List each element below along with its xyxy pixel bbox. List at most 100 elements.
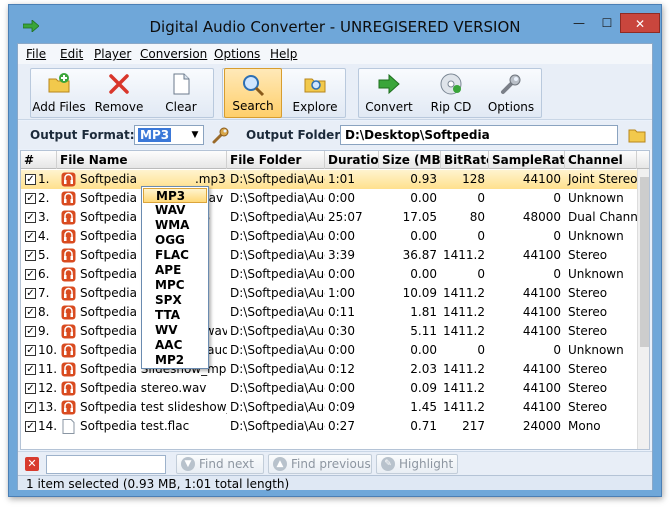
format-option-tta[interactable]: TTA [143, 308, 207, 323]
search-button[interactable]: Search [224, 68, 282, 118]
status-bar: 1 item selected (0.93 MB, 1:01 total len… [18, 475, 652, 491]
add-folder-icon [48, 73, 70, 93]
table-row[interactable]: ✓ 8. Softpedia D:\Softpedia\Aud 0:11 1.81 1411… [21, 303, 637, 322]
cell-sr: 0 [553, 191, 561, 205]
format-option-mp3[interactable]: MP3 [143, 188, 207, 203]
menu-player[interactable]: Player [94, 47, 131, 61]
col-file-name[interactable]: File Name [57, 151, 227, 169]
search-label: Search [232, 99, 274, 113]
format-option-wv[interactable]: WV [143, 323, 207, 338]
find-previous-label: Find previous [291, 457, 371, 471]
table-row[interactable]: ✓ 1. Softpedia .mp3 D:\Softpedia\Aud 1:01 0.93… [21, 170, 637, 189]
row-number: 2. [38, 191, 50, 205]
col-file-folder[interactable]: File Folder [227, 151, 325, 169]
cell-sr: 0 [553, 267, 561, 281]
table-row[interactable]: ✓ 2. Softpedia .wav D:\Softpedia\Aud 0:00 0.00… [21, 189, 637, 208]
row-number: 5. [38, 248, 50, 262]
close-button[interactable]: ✕ [620, 13, 660, 33]
scrollbar-thumb[interactable] [640, 177, 649, 347]
cell-sr: 44100 [522, 324, 561, 338]
status-text: 1 item selected (0.93 MB, 1:01 total len… [26, 477, 290, 491]
cell-ch: Unknown [568, 267, 624, 281]
rip-cd-button[interactable]: Rip CD [422, 68, 480, 118]
cell-dur: 0:00 [328, 229, 355, 243]
browse-folder-icon[interactable] [627, 125, 647, 145]
clear-button[interactable]: Clear [152, 68, 210, 118]
table-row[interactable]: ✓13.Softpedia test slideshow_avD:\Softpe… [21, 398, 637, 417]
cell-folder: D:\Softpedia\Aud [230, 286, 325, 300]
cell-size: 5.11 [410, 324, 437, 338]
close-find-icon[interactable]: ✕ [25, 457, 39, 471]
file-name-text: Softpedia [80, 248, 137, 262]
format-option-aac[interactable]: AAC [143, 338, 207, 353]
table-row[interactable]: ✓ 14. Softpedia test.flac D:\Softpedia\Aud 0… [21, 417, 637, 436]
title-bar[interactable]: Digital Audio Converter - UNREGISERED VE… [9, 5, 661, 43]
table-row[interactable]: ✓3.Softpediap3D:\Softpedia\Aud25:0717.05… [21, 208, 637, 227]
col-channel[interactable]: Channel [565, 151, 637, 169]
cell-bitrate: 1411.2 [443, 362, 485, 376]
table-row[interactable]: ✓11.Softpedia Slideshow_mp4.D:\Softpedia… [21, 360, 637, 379]
cell-folder: D:\Softpedia\Aud [230, 305, 325, 319]
minimize-button[interactable]: — [566, 13, 592, 33]
cell-bitrate: 1411.2 [443, 324, 485, 338]
format-option-wma[interactable]: WMA [143, 218, 207, 233]
table-row[interactable]: ✓ 5. Softpedia D:\Softpedia\Aud 3:39 36.87 141… [21, 246, 637, 265]
format-option-ape[interactable]: APE [143, 263, 207, 278]
audio-file-icon [61, 267, 76, 282]
explore-button[interactable]: Explore [286, 68, 344, 118]
table-row[interactable]: ✓9.Softpedia Recording.wavD:\Softpedia\A… [21, 322, 637, 341]
format-option-mpc[interactable]: MPC [143, 278, 207, 293]
format-option-mp2[interactable]: MP2 [143, 353, 207, 368]
cell-folder: D:\Softpedia\Aud [230, 400, 325, 414]
options-button[interactable]: Options [482, 68, 540, 118]
menu-edit[interactable]: Edit [60, 47, 83, 61]
table-row[interactable]: ✓ 12. Softpedia stereo.wav D:\Softpedia\Aud… [21, 379, 637, 398]
format-option-wav[interactable]: WAV [143, 203, 207, 218]
cell-size: 1.81 [410, 305, 437, 319]
format-option-spx[interactable]: SPX [143, 293, 207, 308]
vertical-scrollbar[interactable] [637, 169, 649, 449]
cell-dur: 0:11 [328, 305, 355, 319]
output-folder-input[interactable]: D:\Desktop\Softpedia [340, 125, 618, 145]
file-name-suffix: test.flac [136, 419, 190, 433]
cell-size: 17.05 [402, 210, 437, 224]
cell-sr: 24000 [522, 419, 561, 433]
file-name-text: Softpedia [80, 172, 137, 186]
menu-options[interactable]: Options [214, 47, 260, 61]
find-input[interactable] [46, 455, 166, 474]
find-previous-button[interactable]: ▲ Find previous [268, 454, 372, 474]
remove-button[interactable]: Remove [90, 68, 148, 118]
col-duration[interactable]: Duration [325, 151, 379, 169]
cell-sr: 44100 [522, 305, 561, 319]
table-row[interactable]: ✓10.Softpedia Slideshow_audioD:\Softpedi… [21, 341, 637, 360]
col-bitrate[interactable]: BitRate [441, 151, 489, 169]
chevron-down-icon[interactable]: ▼ [189, 128, 201, 142]
row-number: 12. [38, 381, 58, 395]
col-size[interactable]: Size (MB) [379, 151, 441, 169]
menu-file[interactable]: File [26, 47, 46, 61]
format-option-flac[interactable]: FLAC [143, 248, 207, 263]
col-samplerate[interactable]: SampleRate [489, 151, 565, 169]
output-format-select[interactable]: MP3 ▼ [134, 125, 204, 145]
cell-ch: Stereo [568, 248, 608, 262]
cell-ch: Unknown [568, 191, 624, 205]
find-next-button[interactable]: ▼ Find next [176, 454, 264, 474]
cell-bitrate: 0 [477, 229, 485, 243]
file-name-text: Softpedia [80, 362, 137, 376]
highlight-button[interactable]: ✎ Highlight [376, 454, 458, 474]
format-option-ogg[interactable]: OGG [143, 233, 207, 248]
format-settings-wrench-icon[interactable] [211, 125, 231, 145]
menu-help[interactable]: Help [270, 47, 297, 61]
cell-bitrate: 1411.2 [443, 305, 485, 319]
menu-conversion[interactable]: Conversion [140, 47, 207, 61]
maximize-button[interactable]: ☐ [594, 13, 620, 33]
cell-size: 1.45 [410, 400, 437, 414]
convert-label: Convert [365, 100, 413, 114]
table-row[interactable]: ✓ 4. Softpedia D:\Softpedia\Aud 0:00 0.00 0 0 Un… [21, 227, 637, 246]
table-row[interactable]: ✓ 7. Softpedia D:\Softpedia\Aud 1:00 10.09 141… [21, 284, 637, 303]
convert-button[interactable]: Convert [360, 68, 418, 118]
cell-size: 10.09 [402, 286, 437, 300]
table-row[interactable]: ✓ 6. Softpedia D:\Softpedia\Aud 0:00 0.00 0 0 Un… [21, 265, 637, 284]
add-files-button[interactable]: Add Files [30, 68, 88, 118]
col-number[interactable]: # [21, 151, 57, 169]
